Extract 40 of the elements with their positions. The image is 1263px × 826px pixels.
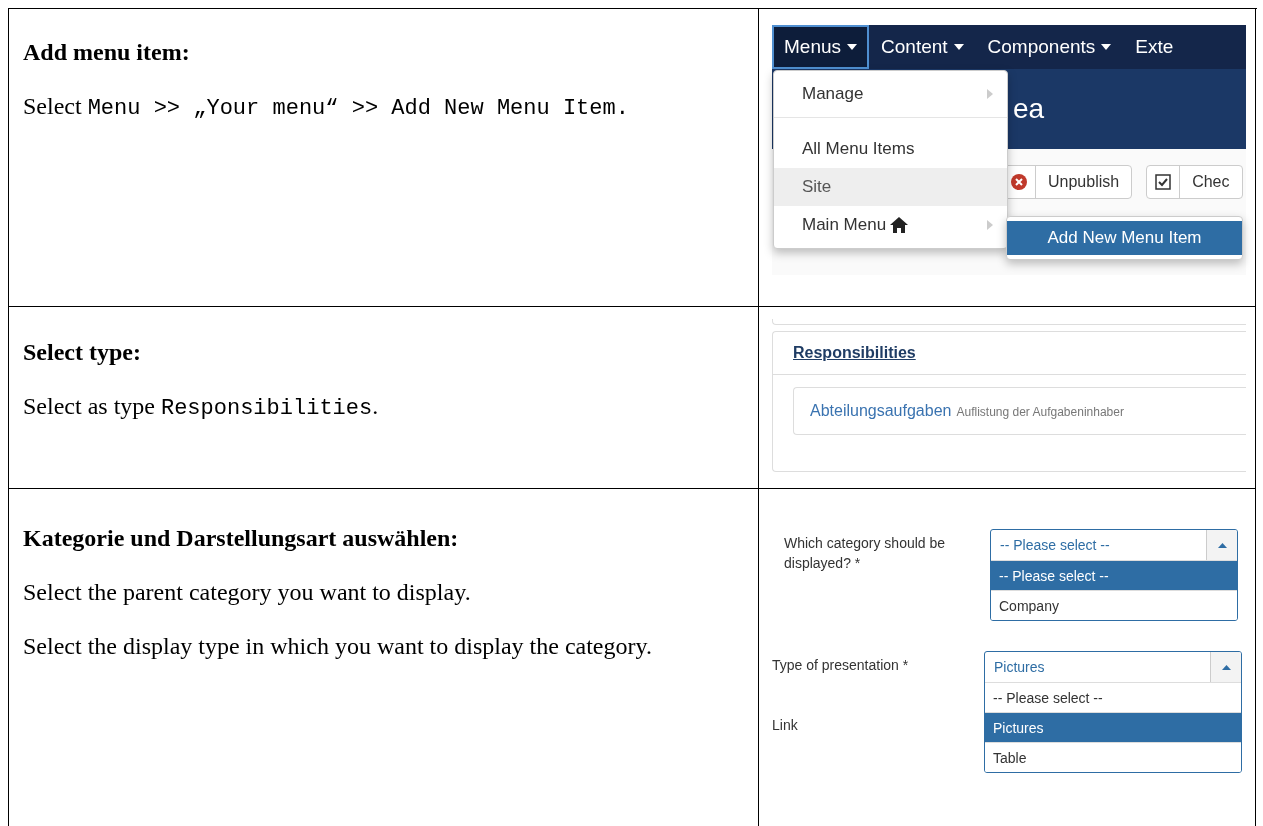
instruction-text: Select as type Responsibilities.	[23, 392, 380, 423]
step-heading: Add menu item:	[23, 38, 191, 67]
close-circle-icon	[1011, 174, 1027, 190]
menu-item[interactable]: Add New Menu Item	[1007, 221, 1242, 255]
instruction-text: Select the parent category you want to display.	[23, 578, 472, 607]
type-option[interactable]: Abteilungsaufgaben Auflistung der Aufgabeninhaber	[793, 387, 1246, 435]
instruction-text: Select Menu >> „Your menu“ >> Add New Menu Item.	[23, 92, 630, 123]
select-option[interactable]: Table	[985, 742, 1241, 772]
group-title[interactable]: Responsibilities	[773, 332, 1246, 375]
nav-menu-item[interactable]: Exte	[1123, 25, 1186, 69]
field-label: Which category should be displayed? *	[784, 534, 947, 573]
checkbox-icon	[1155, 174, 1172, 190]
field-label: Link	[772, 716, 798, 735]
home-icon	[890, 217, 909, 233]
select-option[interactable]: -- Please select --	[991, 560, 1237, 590]
step-heading: Kategorie und Darstellungsart auswählen:	[23, 524, 460, 553]
menu-item[interactable]: Main Menu	[774, 206, 1007, 244]
page-title: ea	[1013, 93, 1045, 125]
caret-icon	[847, 44, 858, 50]
instruction-text: Select the display type in which you want to display the category.	[23, 632, 653, 661]
field-label: Type of presentation *	[772, 656, 910, 675]
select-option[interactable]: Pictures	[985, 712, 1241, 742]
caret-icon	[953, 44, 964, 50]
nav-menu-item[interactable]: Components	[975, 25, 1124, 69]
select-dropdown[interactable]: -- Please select -- -- Please select -- Company	[990, 529, 1238, 621]
menu-item[interactable]: Manage	[774, 75, 1007, 118]
chevron-right-icon	[987, 220, 993, 230]
caret-icon	[1221, 664, 1231, 670]
menu-item[interactable]: Site	[774, 168, 1007, 206]
toolbar-button[interactable]: Chec	[1146, 165, 1243, 199]
nav-menu-item[interactable]: Menus	[772, 25, 870, 69]
type-description: Auflistung der Aufgabeninhaber	[956, 405, 1124, 419]
caret-icon	[1101, 44, 1112, 50]
chevron-right-icon	[987, 89, 993, 99]
select-option[interactable]: Company	[991, 590, 1237, 620]
caret-icon	[1217, 542, 1227, 548]
nav-menu-item[interactable]: Content	[869, 25, 976, 69]
step-heading: Select type:	[23, 338, 142, 367]
select-dropdown[interactable]: Pictures -- Please select -- Pictures Table	[984, 651, 1242, 773]
menu-item[interactable]: All Menu Items	[774, 130, 1007, 168]
